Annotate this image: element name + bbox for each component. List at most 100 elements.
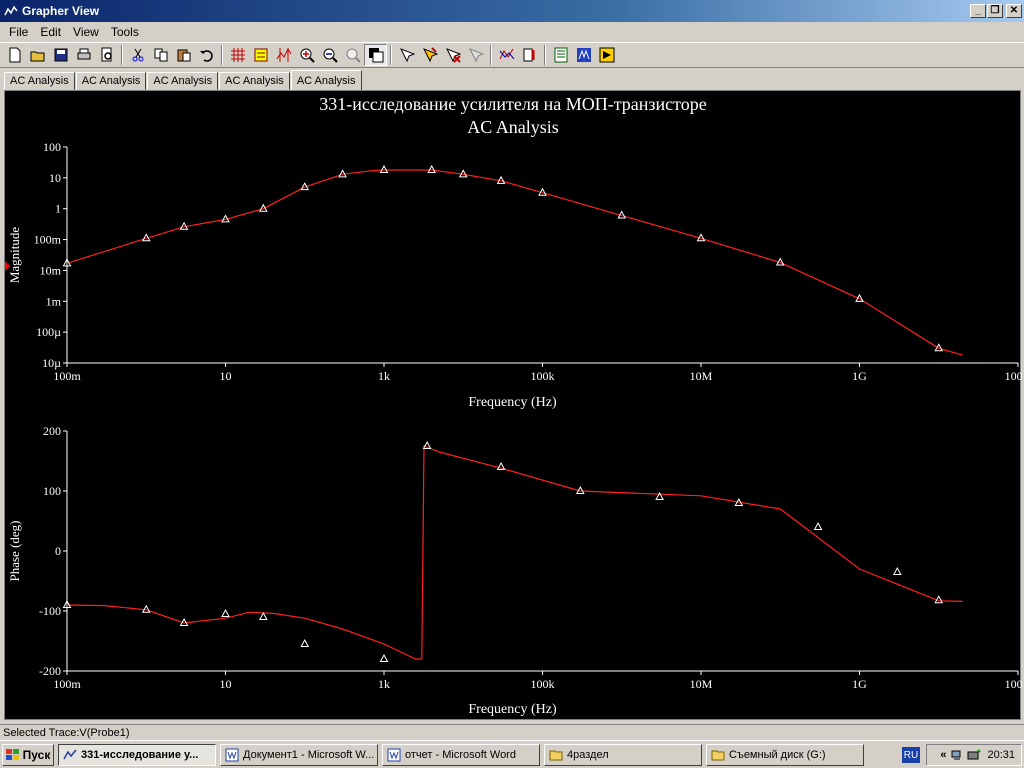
tray-expand-button[interactable]: « [940,749,946,761]
zoom-out-icon[interactable] [318,44,341,66]
export-mathcad-icon[interactable] [572,44,595,66]
trace-delete-icon[interactable] [441,44,464,66]
magnitude-y-tick-label: 1m [46,294,62,308]
magnitude-x-tick-label: 10 [220,369,232,383]
restore-button[interactable]: ❐ [987,4,1003,18]
magnitude-x-tick-label: 10M [690,369,713,383]
magnitude-y-tick-label: 100 [43,140,61,154]
grid-icon[interactable] [226,44,249,66]
reverse-colors-icon[interactable] [364,44,387,66]
undo-icon[interactable] [195,44,218,66]
overlay-icon[interactable] [495,44,518,66]
zoom-full-icon[interactable] [341,44,364,66]
folder-icon [549,750,563,760]
magnitude-trace[interactable] [66,169,963,356]
windows-logo-icon [5,748,19,760]
phase-x-tick-label: 100k [531,677,555,691]
paste-icon[interactable] [172,44,195,66]
chart-subtitle: AC Analysis [467,117,559,137]
phase-plot[interactable]: 100m 10 1k 100k 10M 1G 100G 200 100 0 -100 -200 Freq… [7,424,1022,717]
magnitude-y-axis-label: Magnitude [7,227,22,284]
tab-ac-analysis-2[interactable]: AC Analysis [75,72,147,90]
grapher-app-icon [3,4,19,18]
tab-ac-analysis-5[interactable]: AC Analysis [290,70,362,91]
phase-marker [379,653,389,662]
zoom-in-icon[interactable] [295,44,318,66]
trace-edit-icon[interactable] [418,44,441,66]
start-button[interactable]: Пуск [2,743,54,766]
trace-hide-icon[interactable] [464,44,487,66]
folder-icon [711,750,725,760]
phase-x-tick-label: 1k [378,677,390,691]
tab-ac-analysis-4[interactable]: AC Analysis [219,72,290,90]
phase-marker [892,566,902,575]
multisim-icon [63,749,77,759]
close-button[interactable]: ✕ [1006,4,1022,18]
window-title: Grapher View [22,4,100,18]
tab-ac-analysis-1[interactable]: AC Analysis [4,72,75,90]
phase-y-tick-label: -200 [39,664,61,678]
status-bar: Selected Trace:V(Probe1) [0,724,1024,740]
toolbar-separator [221,45,223,65]
properties-icon[interactable] [518,44,541,66]
task-label: 4раздел [567,748,609,761]
task-word-report[interactable]: отчет - Microsoft Word [382,743,540,766]
magnitude-y-tick-label: 10m [40,263,62,277]
taskbar: Пуск 331-исследование у... Документ1 - M… [0,740,1024,768]
cursors-icon[interactable] [272,44,295,66]
phase-x-tick-label: 100m [53,677,81,691]
menu-edit[interactable]: Edit [34,25,67,39]
menu-view[interactable]: View [67,25,105,39]
print-icon[interactable] [72,44,95,66]
minimize-button[interactable]: _ [970,4,986,18]
magnitude-marker [934,343,944,352]
open-icon[interactable] [26,44,49,66]
language-indicator[interactable]: RU [902,747,920,763]
menu-file[interactable]: File [3,25,34,39]
task-word-doc1[interactable]: Документ1 - Microsoft W... [220,743,378,766]
menu-tools[interactable]: Tools [105,25,145,39]
export-excel-icon[interactable] [549,44,572,66]
task-folder-4razdel[interactable]: 4раздел [544,743,702,766]
export-labview-icon[interactable] [595,44,618,66]
save-icon[interactable] [49,44,72,66]
magnitude-y-tick-label: 10 [49,171,61,185]
toolbar-separator [490,45,492,65]
phase-y-tick-label: -100 [39,604,61,618]
word-icon [225,748,239,761]
network-icon[interactable] [950,748,964,762]
magnitude-marker [379,164,389,173]
copy-icon[interactable] [149,44,172,66]
analysis-tabs: AC Analysis AC Analysis AC Analysis AC A… [4,70,363,91]
tab-ac-analysis-3[interactable]: AC Analysis [147,72,219,90]
magnitude-marker [427,164,437,173]
system-tray: « 20:31 [926,744,1022,766]
toolbar-separator [121,45,123,65]
clock: 20:31 [987,749,1015,761]
cut-icon[interactable] [126,44,149,66]
legend-icon[interactable] [249,44,272,66]
toolbar-separator [544,45,546,65]
print-preview-icon[interactable] [95,44,118,66]
magnitude-y-tick-label: 100m [34,233,62,247]
magnitude-plot[interactable]: 100m 10 1k 100k 10M 1G 100G 100 10 1 100m 10m 1m 100µ… [5,140,1022,410]
phase-trace[interactable] [66,445,963,660]
graph-area[interactable]: 331-исследование усилителя на МОП-транзи… [4,90,1022,721]
task-label: отчет - Microsoft Word [405,748,516,761]
trace-select-icon[interactable] [395,44,418,66]
task-grapher[interactable]: 331-исследование у... [58,743,216,766]
safely-remove-icon[interactable] [967,748,982,762]
ac-analysis-chart[interactable]: 331-исследование усилителя на МОП-транзи… [5,91,1022,721]
phase-marker [221,608,230,617]
phase-x-tick-label: 100G [1005,677,1022,691]
magnitude-x-tick-label: 100m [53,369,81,383]
task-removable-disk[interactable]: Съемный диск (G:) [706,743,864,766]
word-icon [387,748,401,761]
magnitude-y-tick-label: 1 [55,202,61,216]
phase-y-axis-label: Phase (deg) [7,520,22,581]
new-icon[interactable] [3,44,26,66]
title-bar: Grapher View _ ❐ ✕ [0,0,1024,22]
task-label: Съемный диск (G:) [729,748,826,761]
phase-x-axis-label: Frequency (Hz) [468,702,557,717]
phase-y-tick-label: 0 [55,544,61,558]
